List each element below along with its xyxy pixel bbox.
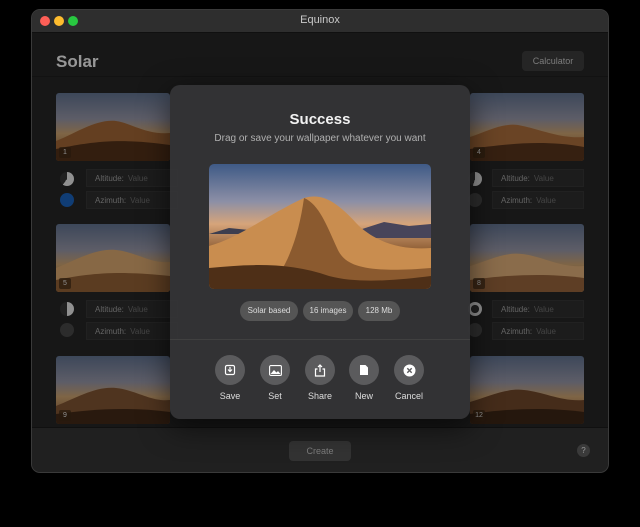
tag-pill: 128 Mb (358, 301, 400, 321)
cancel-label: Cancel (394, 391, 423, 401)
new-document-icon (349, 355, 379, 385)
save-action[interactable]: Save (208, 355, 252, 401)
dialog-divider (170, 339, 470, 340)
save-label: Save (219, 391, 241, 401)
tag-pill: Solar based (240, 301, 298, 321)
save-icon (215, 355, 245, 385)
dialog-title: Success (289, 111, 351, 128)
title-bar: Equinox (32, 10, 608, 33)
wallpaper-preview[interactable] (209, 164, 431, 289)
dialog-subtitle: Drag or save your wallpaper whatever you… (214, 133, 426, 144)
close-icon (394, 355, 424, 385)
dune-preview-image (209, 196, 431, 289)
cancel-action[interactable]: Cancel (387, 355, 431, 401)
create-button[interactable]: Create (289, 441, 351, 461)
set-action[interactable]: Set (253, 355, 297, 401)
share-action[interactable]: Share (298, 355, 342, 401)
new-action[interactable]: New (342, 355, 386, 401)
success-dialog: Success Drag or save your wallpaper what… (170, 85, 470, 419)
set-label: Set (268, 391, 282, 401)
share-icon (305, 355, 335, 385)
set-wallpaper-icon (260, 355, 290, 385)
bottom-bar: Create ? (32, 427, 608, 472)
tag-pill: 16 images (303, 301, 353, 321)
share-label: Share (307, 391, 333, 401)
help-button[interactable]: ? (577, 444, 590, 457)
new-label: New (354, 391, 373, 401)
window-title: Equinox (300, 14, 340, 26)
